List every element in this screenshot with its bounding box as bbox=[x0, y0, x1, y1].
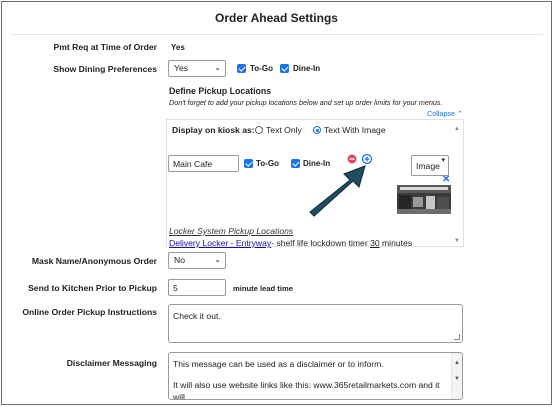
pmt-req-value: Yes bbox=[171, 43, 185, 52]
locker-minutes: 30 bbox=[370, 238, 380, 248]
location-to-go-label: To-Go bbox=[256, 159, 279, 168]
pmt-req-label: Pmt Req at Time of Order bbox=[53, 42, 157, 52]
lead-time-input[interactable]: 5 bbox=[168, 279, 226, 296]
kiosk-display-label: Display on kiosk as: bbox=[172, 125, 255, 135]
settings-frame: Order Ahead Settings Pmt Req at Time of … bbox=[1, 1, 552, 405]
page-title: Order Ahead Settings bbox=[215, 11, 338, 25]
disclaimer-scrollbar[interactable]: ▲ ▼ bbox=[451, 353, 462, 399]
instructions-label: Online Order Pickup Instructions bbox=[22, 307, 157, 317]
pickup-hint: Don't forget to add your pickup location… bbox=[169, 98, 443, 107]
to-go-label: To-Go bbox=[250, 64, 273, 73]
send-kitchen-label: Send to Kitchen Prior to Pickup bbox=[28, 283, 157, 293]
locker-row: Delivery Locker - Entryway- shelf life l… bbox=[169, 238, 412, 248]
chevron-down-icon: ⌄ bbox=[214, 63, 221, 72]
title-divider bbox=[10, 34, 543, 35]
to-go-checkbox[interactable] bbox=[237, 64, 246, 73]
locker-text-pre: - shelf life lockdown timer bbox=[271, 238, 371, 248]
resize-handle-icon[interactable] bbox=[454, 334, 460, 340]
scroll-up-arrow-icon[interactable]: ▲ bbox=[454, 357, 460, 369]
lead-time-suffix: minute lead time bbox=[233, 284, 293, 293]
location-name-input[interactable]: Main Cafe bbox=[168, 155, 239, 172]
remove-image-icon[interactable]: ✕ bbox=[442, 174, 450, 185]
collapse-link[interactable]: Collapse ⌃ bbox=[427, 109, 463, 118]
mask-name-select[interactable]: No ⌄ bbox=[168, 252, 226, 269]
caret-down-icon: ▾ bbox=[441, 157, 445, 164]
instructions-value: Check it out. bbox=[173, 311, 221, 321]
scroll-down-arrow-icon[interactable]: ▼ bbox=[454, 373, 460, 385]
image-dropdown-button[interactable]: Image ▾ bbox=[411, 155, 449, 176]
disclaimer-line-1: This message can be used as a disclaimer… bbox=[173, 359, 384, 369]
text-only-label: Text Only bbox=[266, 125, 302, 135]
disclaimer-label: Disclaimer Messaging bbox=[66, 358, 157, 368]
disclaimer-line-2: It will also use website links like this… bbox=[173, 380, 440, 400]
locker-heading: Locker System Pickup Locations bbox=[169, 226, 294, 236]
chevron-up-icon: ⌃ bbox=[456, 109, 463, 118]
chevron-down-icon: ⌄ bbox=[214, 255, 221, 264]
mask-name-label: Mask Name/Anonymous Order bbox=[31, 256, 157, 266]
locker-link[interactable]: Delivery Locker - Entryway bbox=[169, 238, 271, 248]
scroll-up-arrow-icon[interactable]: ▲ bbox=[454, 126, 460, 132]
dine-in-checkbox[interactable] bbox=[280, 64, 289, 73]
dine-in-label: Dine-In bbox=[293, 64, 321, 73]
scroll-down-arrow-icon[interactable]: ▼ bbox=[454, 238, 460, 244]
instructions-textarea[interactable]: Check it out. bbox=[168, 304, 463, 343]
text-with-image-radio[interactable] bbox=[313, 126, 321, 134]
dining-prefs-select[interactable]: Yes ⌄ bbox=[168, 60, 226, 77]
dining-prefs-label: Show Dining Preferences bbox=[53, 64, 157, 74]
dining-prefs-select-value: Yes bbox=[174, 63, 189, 73]
mask-name-select-value: No bbox=[174, 255, 185, 265]
text-with-image-label: Text With Image bbox=[324, 125, 386, 135]
location-thumbnail-image bbox=[397, 185, 451, 214]
annotation-arrow-icon bbox=[309, 165, 366, 217]
location-dine-in-checkbox[interactable] bbox=[291, 159, 300, 168]
disclaimer-textarea[interactable]: This message can be used as a disclaimer… bbox=[168, 352, 463, 400]
location-to-go-checkbox[interactable] bbox=[244, 159, 253, 168]
pickup-heading: Define Pickup Locations bbox=[169, 86, 272, 96]
locker-text-post: minutes bbox=[379, 238, 413, 248]
text-only-radio[interactable] bbox=[255, 126, 263, 134]
